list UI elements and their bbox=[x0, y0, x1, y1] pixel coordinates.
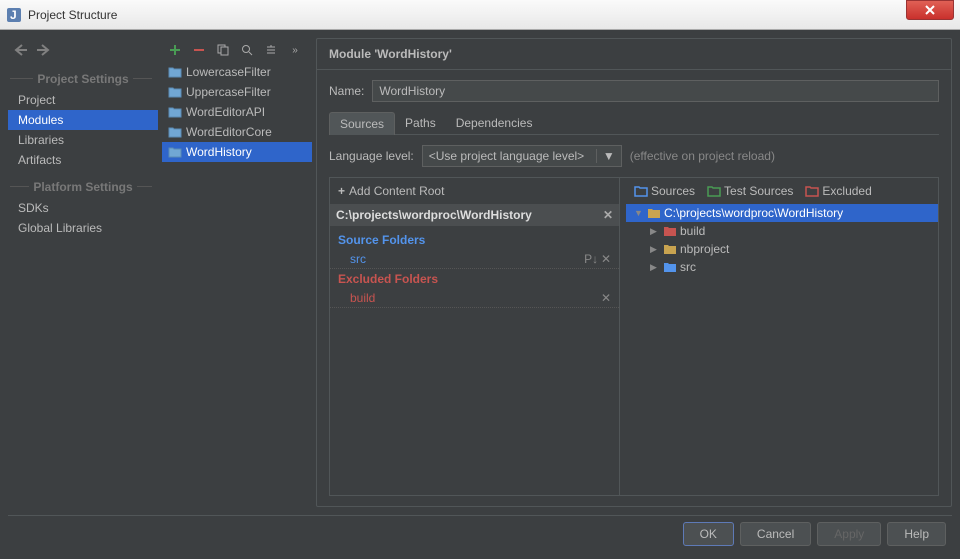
back-icon[interactable] bbox=[14, 44, 28, 56]
lang-level-label: Language level: bbox=[329, 149, 414, 163]
tab-sources[interactable]: Sources bbox=[329, 112, 395, 135]
folder-icon bbox=[647, 207, 661, 219]
dialog-body: Project Settings Project Modules Librari… bbox=[0, 30, 960, 559]
app-icon: J bbox=[6, 7, 22, 23]
module-item[interactable]: UppercaseFilter bbox=[162, 82, 312, 102]
tab-dependencies[interactable]: Dependencies bbox=[446, 112, 543, 134]
help-button[interactable]: Help bbox=[887, 522, 946, 546]
legend-sources[interactable]: Sources bbox=[634, 184, 695, 198]
sidebar-item-project[interactable]: Project bbox=[8, 90, 158, 110]
lang-level-hint: (effective on project reload) bbox=[630, 149, 775, 163]
tab-paths[interactable]: Paths bbox=[395, 112, 446, 134]
titlebar: J Project Structure bbox=[0, 0, 960, 30]
svg-text:J: J bbox=[10, 8, 17, 22]
expand-icon[interactable]: ▶ bbox=[650, 262, 660, 273]
remove-icon[interactable] bbox=[190, 44, 208, 56]
folder-icon bbox=[663, 243, 677, 255]
section-project-settings: Project Settings bbox=[10, 66, 156, 88]
more-icon[interactable]: » bbox=[286, 45, 304, 56]
sidebar-item-global-libraries[interactable]: Global Libraries bbox=[8, 218, 158, 238]
module-list-column: » LowercaseFilter UppercaseFilter WordEd… bbox=[162, 38, 312, 507]
tree-item[interactable]: ▶ build bbox=[626, 222, 938, 240]
legend-excluded[interactable]: Excluded bbox=[805, 184, 871, 198]
sidebar-item-modules[interactable]: Modules bbox=[8, 110, 158, 130]
search-icon[interactable] bbox=[238, 44, 256, 56]
expand-icon[interactable]: ▶ bbox=[650, 226, 660, 237]
content-root-path[interactable]: C:\projects\wordproc\WordHistory ✕ bbox=[330, 204, 619, 226]
dialog-footer: OK Cancel Apply Help bbox=[8, 515, 952, 551]
close-button[interactable] bbox=[906, 0, 954, 20]
module-item[interactable]: WordEditorCore bbox=[162, 122, 312, 142]
ok-button[interactable]: OK bbox=[683, 522, 734, 546]
plus-icon: + bbox=[338, 184, 345, 198]
sidebar-item-libraries[interactable]: Libraries bbox=[8, 130, 158, 150]
chevron-down-icon: ▼ bbox=[596, 149, 615, 163]
folder-icon bbox=[663, 225, 677, 237]
module-panel: Module 'WordHistory' Name: Sources Paths… bbox=[316, 38, 952, 507]
sidebar: Project Settings Project Modules Librari… bbox=[8, 38, 158, 507]
source-folders-header: Source Folders bbox=[330, 230, 619, 250]
copy-icon[interactable] bbox=[214, 44, 232, 56]
expand-icon[interactable]: ▼ bbox=[634, 208, 644, 218]
edit-icon[interactable]: P↓ bbox=[584, 252, 598, 266]
apply-button[interactable]: Apply bbox=[817, 522, 881, 546]
forward-icon[interactable] bbox=[36, 44, 50, 56]
legend-tests[interactable]: Test Sources bbox=[707, 184, 793, 198]
content-roots: + Add Content Root C:\projects\wordproc\… bbox=[330, 178, 620, 495]
excluded-folder-item[interactable]: build ✕ bbox=[330, 289, 619, 308]
module-item[interactable]: LowercaseFilter bbox=[162, 62, 312, 82]
name-label: Name: bbox=[329, 84, 364, 98]
section-platform-settings: Platform Settings bbox=[10, 174, 156, 196]
cancel-button[interactable]: Cancel bbox=[740, 522, 811, 546]
window-title: Project Structure bbox=[28, 8, 906, 22]
name-input[interactable] bbox=[372, 80, 939, 102]
excluded-folders-header: Excluded Folders bbox=[330, 269, 619, 289]
source-folder-item[interactable]: src P↓ ✕ bbox=[330, 250, 619, 269]
module-toolbar: » bbox=[162, 38, 312, 62]
tree-root[interactable]: ▼ C:\projects\wordproc\WordHistory bbox=[626, 204, 938, 222]
panel-title: Module 'WordHistory' bbox=[317, 39, 951, 70]
lang-level-select[interactable]: <Use project language level> ▼ bbox=[422, 145, 622, 167]
tree-item[interactable]: ▶ src bbox=[626, 258, 938, 276]
tabs: Sources Paths Dependencies bbox=[329, 112, 939, 135]
sidebar-item-sdks[interactable]: SDKs bbox=[8, 198, 158, 218]
sidebar-item-artifacts[interactable]: Artifacts bbox=[8, 150, 158, 170]
tree-item[interactable]: ▶ nbproject bbox=[626, 240, 938, 258]
folder-legend: Sources Test Sources Excluded bbox=[626, 178, 938, 204]
folder-tree: Sources Test Sources Excluded ▼ C:\proje… bbox=[626, 178, 938, 495]
expand-icon[interactable]: ▶ bbox=[650, 244, 660, 255]
collapse-icon[interactable] bbox=[262, 44, 280, 56]
module-item[interactable]: WordHistory bbox=[162, 142, 312, 162]
remove-icon[interactable]: ✕ bbox=[601, 291, 611, 305]
module-item[interactable]: WordEditorAPI bbox=[162, 102, 312, 122]
remove-icon[interactable]: ✕ bbox=[601, 252, 611, 266]
folder-icon bbox=[663, 261, 677, 273]
remove-root-icon[interactable]: ✕ bbox=[603, 208, 613, 222]
sidebar-toolbar bbox=[8, 38, 158, 62]
add-content-root[interactable]: + Add Content Root bbox=[330, 178, 619, 204]
add-icon[interactable] bbox=[166, 44, 184, 56]
